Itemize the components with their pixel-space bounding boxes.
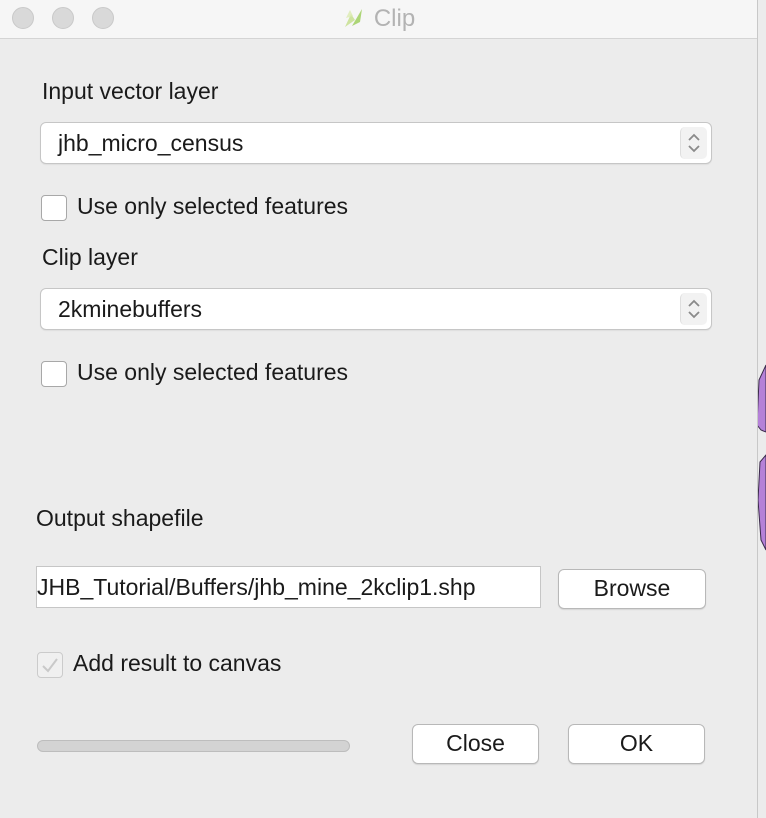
clip-use-selected-label: Use only selected features — [77, 359, 349, 385]
window-title: Clip — [373, 5, 416, 32]
ok-button[interactable]: OK — [568, 724, 705, 764]
clip-dialog: Clip Input vector layer jhb_micro_census… — [0, 0, 758, 818]
checkmark-icon — [42, 658, 58, 673]
progress-bar — [37, 740, 350, 752]
output-path-field[interactable]: JHB_Tutorial/Buffers/jhb_mine_2kclip1.sh… — [36, 566, 541, 608]
background-map-polygon — [757, 364, 766, 551]
input-use-selected-label: Use only selected features — [77, 193, 349, 219]
browse-button[interactable]: Browse — [558, 569, 706, 609]
qgis-logo-icon — [342, 6, 366, 38]
clip-layer-select[interactable]: 2kminebuffers — [40, 288, 712, 330]
chevron-updown-icon — [680, 293, 707, 325]
clip-use-selected-checkbox[interactable] — [41, 361, 67, 387]
input-use-selected-checkbox[interactable] — [41, 195, 67, 221]
chevron-updown-icon — [680, 127, 707, 159]
output-shapefile-label: Output shapefile — [36, 505, 204, 531]
input-layer-value: jhb_micro_census — [58, 130, 244, 156]
clip-layer-label: Clip layer — [42, 244, 138, 270]
input-layer-select[interactable]: jhb_micro_census — [40, 122, 712, 164]
close-button[interactable]: Close — [412, 724, 539, 764]
clip-layer-value: 2kminebuffers — [58, 296, 203, 322]
add-to-canvas-label: Add result to canvas — [73, 650, 282, 676]
input-layer-label: Input vector layer — [42, 78, 219, 104]
title-bar: Clip — [0, 0, 757, 39]
output-path-value: JHB_Tutorial/Buffers/jhb_mine_2kclip1.sh… — [37, 574, 476, 600]
add-to-canvas-checkbox[interactable] — [37, 652, 63, 678]
